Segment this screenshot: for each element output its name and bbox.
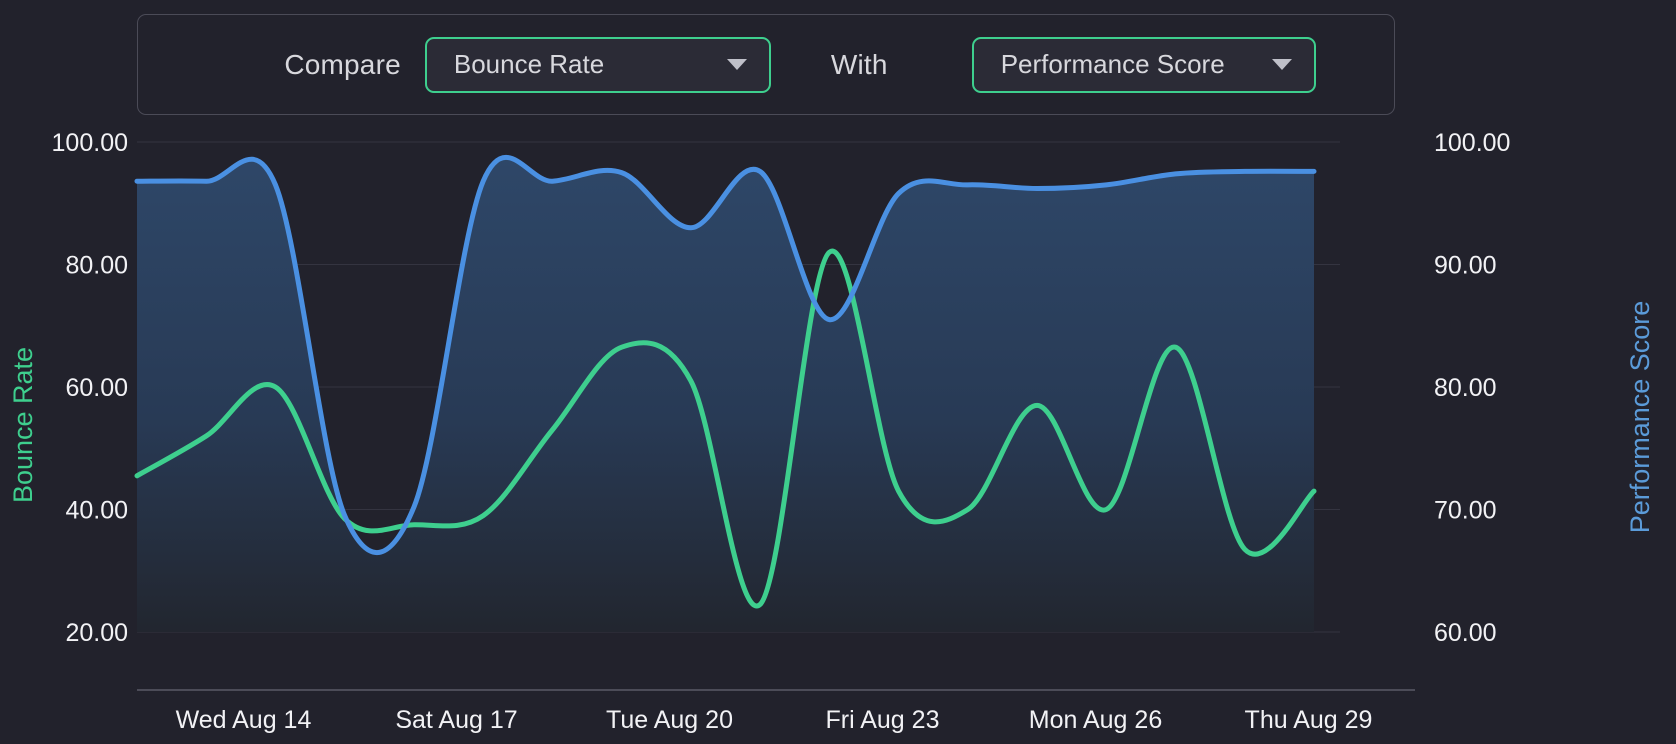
- area-fill: [137, 157, 1314, 632]
- chart-canvas: 100.00 80.00 60.00 40.00 20.00 100.00 90.00 80…: [8, 129, 1655, 734]
- x-tick-label: Fri Aug 23: [826, 706, 940, 734]
- left-tick-label: 40.00: [65, 497, 128, 525]
- left-axis-title: Bounce Rate: [8, 347, 38, 503]
- left-tick-label: 80.00: [65, 252, 128, 280]
- right-tick-label: 80.00: [1434, 374, 1497, 402]
- x-tick-label: Thu Aug 29: [1245, 706, 1373, 734]
- metric-b-dropdown[interactable]: Performance Score: [971, 36, 1316, 93]
- metric-b-value: Performance Score: [1000, 49, 1225, 79]
- x-tick-label: Wed Aug 14: [176, 706, 312, 734]
- performance-score-area: [137, 157, 1314, 632]
- metric-a-value: Bounce Rate: [453, 49, 605, 79]
- x-tick-label: Mon Aug 26: [1029, 706, 1162, 734]
- chevron-down-icon: [1271, 59, 1292, 70]
- left-tick-label: 60.00: [65, 374, 128, 402]
- right-tick-label: 90.00: [1434, 252, 1497, 280]
- metric-a-dropdown[interactable]: Bounce Rate: [424, 36, 771, 93]
- x-axis-ticks: Wed Aug 14 Sat Aug 17 Tue Aug 20 Fri Aug 23…: [176, 706, 1373, 734]
- left-tick-label: 20.00: [65, 619, 128, 647]
- left-axis-ticks: 100.00 80.00 60.00 40.00 20.00: [52, 129, 128, 647]
- right-axis-ticks: 100.00 90.00 80.00 70.00 60.00: [1434, 129, 1510, 647]
- right-tick-label: 60.00: [1434, 619, 1497, 647]
- compare-control-panel: Compare Bounce Rate With Performance Sco…: [137, 14, 1395, 115]
- right-tick-label: 70.00: [1434, 497, 1497, 525]
- left-tick-label: 100.00: [52, 129, 128, 157]
- x-tick-label: Sat Aug 17: [395, 706, 517, 734]
- comparison-chart: 100.00 80.00 60.00 40.00 20.00 100.00 90.00 80…: [0, 120, 1676, 744]
- x-tick-label: Tue Aug 20: [606, 706, 733, 734]
- with-label: With: [830, 48, 888, 80]
- right-tick-label: 100.00: [1434, 129, 1510, 157]
- right-axis-title: Performance Score: [1625, 301, 1655, 534]
- chevron-down-icon: [726, 59, 747, 70]
- compare-label: Compare: [284, 48, 401, 80]
